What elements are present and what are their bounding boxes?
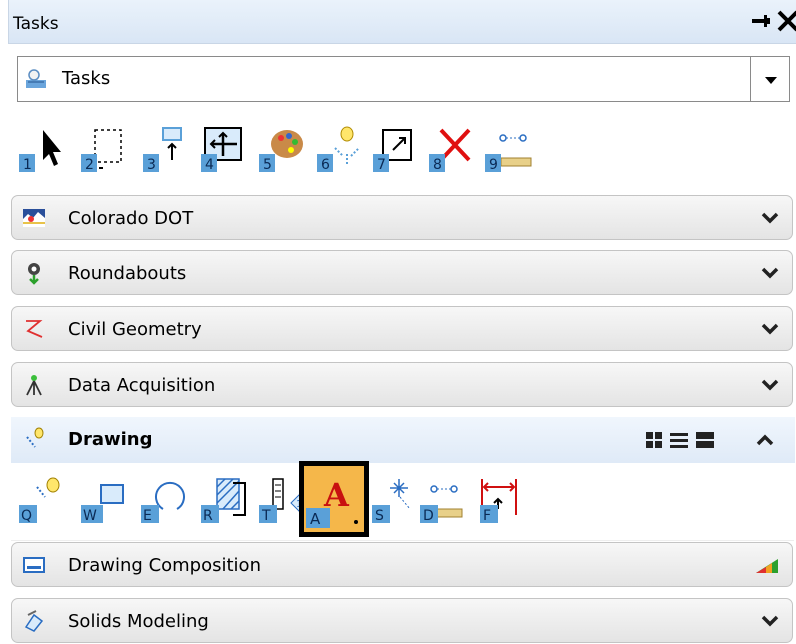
svg-text:F: F [483, 508, 491, 524]
svg-text:4: 4 [205, 157, 214, 173]
section-label: Drawing [68, 429, 153, 450]
svg-text:D: D [423, 508, 434, 524]
task-selector-value: Tasks [62, 68, 111, 89]
svg-text:3: 3 [147, 157, 156, 173]
move-icon: 3 [143, 127, 182, 173]
section-label: Data Acquisition [68, 375, 216, 396]
colorado-dot-icon [23, 209, 45, 227]
tool-d-measure[interactable]: D [418, 475, 476, 525]
tool-8-delete[interactable]: 8 [425, 124, 483, 174]
chevron-down-icon[interactable] [760, 377, 780, 393]
grid-view-icon[interactable] [645, 431, 663, 449]
section-label: Colorado DOT [68, 208, 194, 229]
tool-2-fence[interactable]: 2 [77, 124, 135, 174]
close-icon[interactable] [775, 8, 796, 34]
place-shape-icon: W [81, 484, 124, 524]
arrow-select-icon: 1 [19, 130, 61, 173]
section-colorado-dot[interactable]: Colorado DOT [11, 195, 793, 240]
dropdown-divider [750, 57, 751, 101]
section-label: Drawing Composition [68, 555, 261, 576]
tool-4-manipulate[interactable]: 4 [197, 124, 255, 174]
tool-9-measure[interactable]: 9 [481, 124, 539, 174]
svg-text:2: 2 [85, 157, 94, 173]
palette-icon: 5 [259, 130, 303, 173]
fence-icon: 2 [81, 129, 122, 173]
measure-icon: D [420, 485, 463, 524]
section-drawing-header[interactable]: Drawing [11, 417, 795, 463]
collapse-icon[interactable] [755, 432, 775, 448]
tool-w-place-shape[interactable]: W [77, 475, 135, 525]
drawing-composition-icon [23, 557, 45, 573]
svg-text:S: S [375, 508, 384, 524]
chevron-down-icon[interactable] [760, 613, 780, 629]
tasks-icon [26, 69, 46, 88]
svg-text:E: E [143, 508, 152, 524]
measure-icon: 9 [485, 134, 532, 173]
svg-text:Q: Q [21, 508, 32, 524]
svg-text:6: 6 [321, 157, 330, 173]
section-label: Roundabouts [68, 263, 187, 284]
section-roundabouts[interactable]: Roundabouts [11, 250, 793, 295]
main-tools-row: 1 2 3 4 5 6 7 8 9 [11, 118, 794, 180]
place-light-icon: 6 [317, 126, 360, 173]
delete-icon: 8 [429, 128, 471, 173]
tool-3-move[interactable]: 3 [139, 124, 197, 174]
solids-modeling-icon [24, 610, 44, 632]
chevron-down-icon[interactable] [760, 265, 780, 281]
civil-geometry-icon [26, 320, 43, 338]
section-civil-geometry[interactable]: Civil Geometry [11, 306, 793, 351]
svg-text:R: R [203, 508, 213, 524]
list-view-icon[interactable] [669, 431, 689, 449]
manipulate-icon: 4 [201, 127, 242, 173]
tool-1-select[interactable]: 1 [15, 124, 73, 174]
svg-text:7: 7 [377, 157, 386, 173]
tool-q-element-selection[interactable]: Q [15, 475, 73, 525]
tool-key: 1 [23, 157, 32, 173]
dropdown-arrow-icon[interactable] [752, 57, 790, 101]
dimension-icon: F [480, 479, 517, 524]
drawing-tools-row-right: S D F [372, 463, 572, 539]
chevron-down-icon[interactable] [760, 321, 780, 337]
drawing-icon [26, 427, 44, 448]
svg-text:8: 8 [433, 157, 442, 173]
selected-tool-key: A [310, 510, 321, 528]
tool-7-window[interactable]: 7 [369, 124, 427, 174]
pin-icon[interactable] [750, 10, 772, 32]
section-solids-modeling[interactable]: Solids Modeling [11, 598, 793, 643]
svg-text:5: 5 [263, 157, 272, 173]
svg-text:9: 9 [489, 157, 498, 173]
roundabouts-icon [28, 263, 40, 285]
chevron-down-icon[interactable] [760, 210, 780, 226]
place-text-icon: A A [306, 476, 358, 528]
section-drawing-composition[interactable]: Drawing Composition [11, 542, 793, 587]
section-label: Solids Modeling [68, 611, 209, 632]
tool-6-place-light[interactable]: 6 [313, 124, 371, 174]
tool-a-place-text[interactable]: A A [299, 461, 369, 537]
place-arc-icon: E [141, 481, 185, 524]
hatch-icon: R [201, 478, 246, 524]
tool-f-dimension[interactable]: F [476, 475, 534, 525]
section-label: Civil Geometry [68, 319, 202, 340]
wide-view-icon[interactable] [695, 431, 715, 449]
tool-e-place-arc[interactable]: E [137, 475, 195, 525]
section-data-acquisition[interactable]: Data Acquisition [11, 362, 793, 407]
window-icon: 7 [373, 129, 412, 173]
data-acquisition-icon [26, 375, 42, 396]
window-title: Tasks [13, 14, 59, 34]
window-titlebar: Tasks [8, 0, 796, 44]
tool-r-hatch[interactable]: R [197, 475, 255, 525]
svg-text:W: W [83, 508, 97, 524]
element-selection-icon: Q [19, 477, 60, 524]
task-selector[interactable]: Tasks [17, 56, 790, 102]
svg-text:T: T [261, 508, 271, 524]
status-bars-icon [756, 559, 778, 573]
tool-5-palette[interactable]: 5 [255, 124, 313, 174]
